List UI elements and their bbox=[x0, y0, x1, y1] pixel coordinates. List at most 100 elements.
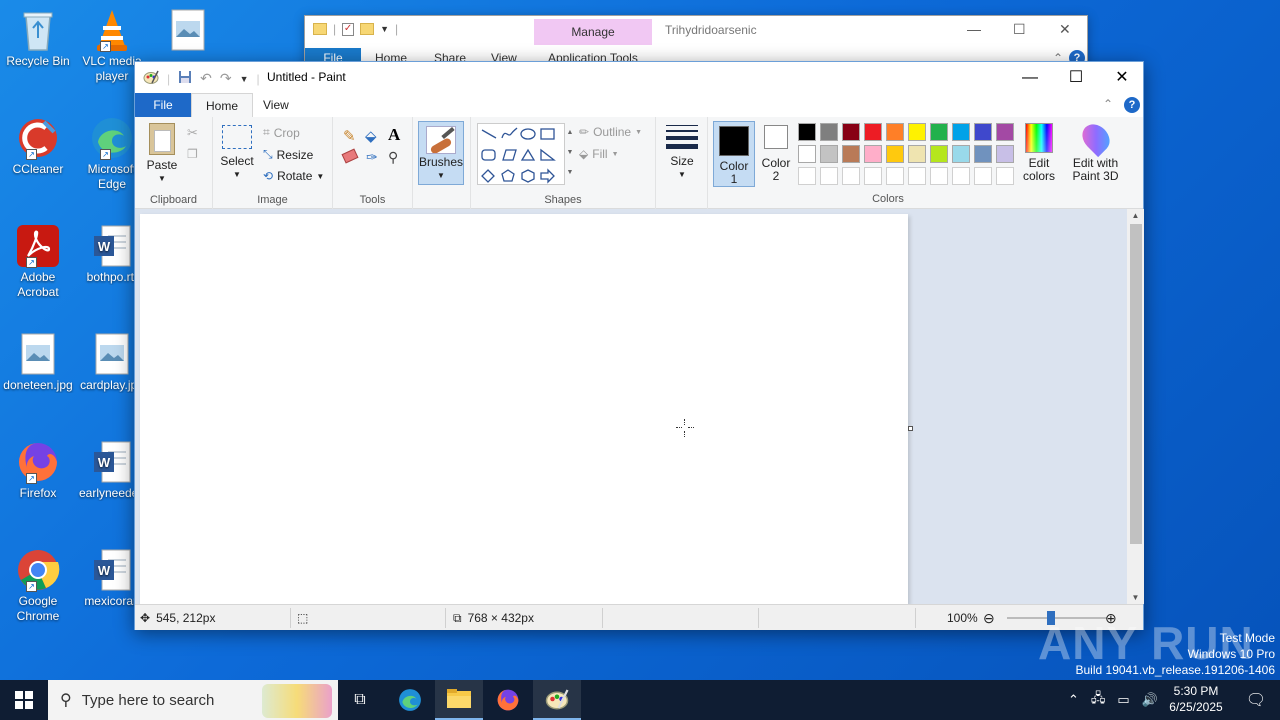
palette-swatch[interactable] bbox=[974, 123, 992, 141]
color1-button[interactable]: Color 1 bbox=[713, 121, 755, 187]
palette-swatch[interactable] bbox=[798, 123, 816, 141]
properties-icon[interactable]: ✓ bbox=[342, 22, 355, 36]
palette-swatch[interactable] bbox=[908, 123, 926, 141]
scroll-down-icon[interactable]: ▼ bbox=[1127, 593, 1144, 602]
shapes-gallery[interactable] bbox=[477, 123, 565, 185]
taskbar-search-box[interactable]: ⚲ Type here to search bbox=[48, 680, 338, 720]
palette-swatch[interactable] bbox=[842, 123, 860, 141]
paste-button[interactable]: Paste ▼ bbox=[143, 123, 181, 185]
pencil-icon[interactable]: ✎ bbox=[343, 127, 356, 145]
palette-swatch[interactable] bbox=[820, 167, 838, 185]
select-button[interactable]: Select ▼ bbox=[219, 125, 255, 181]
crop-button[interactable]: ⌗ Crop bbox=[263, 125, 300, 140]
clock[interactable]: 5:30 PM 6/25/2025 bbox=[1160, 683, 1232, 715]
palette-swatch[interactable] bbox=[864, 167, 882, 185]
tab-view[interactable]: View bbox=[249, 93, 303, 117]
palette-swatch[interactable] bbox=[864, 145, 882, 163]
edit-with-paint3d-button[interactable]: Edit with Paint 3D bbox=[1068, 118, 1123, 183]
close-icon[interactable]: ✕ bbox=[1059, 21, 1071, 38]
palette-swatch[interactable] bbox=[930, 145, 948, 163]
start-button[interactable] bbox=[0, 680, 48, 720]
new-folder-icon[interactable] bbox=[360, 23, 375, 35]
palette-swatch[interactable] bbox=[842, 145, 860, 163]
cut-icon[interactable]: ✂ bbox=[187, 125, 198, 141]
desktop-icon-image[interactable] bbox=[150, 8, 226, 54]
palette-swatch[interactable] bbox=[996, 123, 1014, 141]
color2-button[interactable]: Color 2 bbox=[758, 125, 794, 183]
palette-swatch[interactable] bbox=[820, 123, 838, 141]
palette-swatch[interactable] bbox=[820, 145, 838, 163]
palette-swatch[interactable] bbox=[798, 167, 816, 185]
palette-swatch[interactable] bbox=[908, 167, 926, 185]
folder-icon[interactable] bbox=[313, 23, 327, 35]
brushes-button[interactable]: Brushes ▼ bbox=[418, 121, 464, 185]
tab-home[interactable]: Home bbox=[191, 93, 254, 117]
notification-center-button[interactable]: 🗨 bbox=[1232, 680, 1280, 720]
scroll-up-icon[interactable]: ▲ bbox=[1127, 211, 1144, 220]
volume-icon[interactable]: 🔊 bbox=[1142, 692, 1158, 708]
palette-swatch[interactable] bbox=[952, 167, 970, 185]
collapse-ribbon-icon[interactable]: ⌃ bbox=[1103, 97, 1113, 111]
outline-button[interactable]: ✏ Outline ▼ bbox=[579, 125, 642, 139]
fill-bucket-icon[interactable]: ⬙ bbox=[365, 127, 377, 145]
qat-dropdown-icon[interactable]: ▼ bbox=[240, 74, 249, 84]
palette-swatch[interactable] bbox=[864, 123, 882, 141]
taskbar-file-explorer[interactable] bbox=[435, 680, 483, 720]
taskbar-paint[interactable] bbox=[533, 680, 581, 720]
palette-swatch[interactable] bbox=[842, 167, 860, 185]
desktop-icon-ccleaner[interactable]: ↗ CCleaner bbox=[0, 116, 76, 177]
drawing-canvas[interactable] bbox=[140, 214, 908, 604]
taskbar-edge[interactable] bbox=[386, 680, 434, 720]
scroll-thumb[interactable] bbox=[1129, 224, 1142, 544]
palette-swatch[interactable] bbox=[974, 145, 992, 163]
palette-swatch[interactable] bbox=[974, 167, 992, 185]
canvas-workspace[interactable] bbox=[135, 209, 1127, 604]
palette-swatch[interactable] bbox=[886, 145, 904, 163]
palette-swatch[interactable] bbox=[996, 167, 1014, 185]
palette-swatch[interactable] bbox=[798, 145, 816, 163]
palette-swatch[interactable] bbox=[996, 145, 1014, 163]
maximize-icon[interactable]: ☐ bbox=[1053, 62, 1099, 93]
canvas-resize-handle[interactable] bbox=[908, 426, 913, 431]
vertical-scrollbar[interactable]: ▲ ▼ bbox=[1127, 209, 1144, 604]
copy-icon[interactable]: ❐ bbox=[187, 147, 198, 161]
redo-icon[interactable]: ↷ bbox=[220, 70, 232, 87]
fill-button[interactable]: ⬙ Fill ▼ bbox=[579, 147, 619, 161]
manage-context-tab[interactable]: Manage bbox=[534, 19, 652, 45]
taskbar-firefox[interactable] bbox=[484, 680, 532, 720]
close-icon[interactable]: ✕ bbox=[1099, 62, 1145, 93]
palette-swatch[interactable] bbox=[952, 123, 970, 141]
desktop-icon-doneteen[interactable]: doneteen.jpg bbox=[0, 332, 76, 393]
palette-swatch[interactable] bbox=[908, 145, 926, 163]
paint-app-icon[interactable] bbox=[143, 69, 159, 88]
resize-button[interactable]: ⤡ Resize bbox=[263, 147, 313, 162]
rotate-button[interactable]: ⟲ Rotate ▼ bbox=[263, 169, 324, 183]
tab-file[interactable]: File bbox=[135, 93, 191, 117]
monitor-icon[interactable]: ▭ bbox=[1117, 692, 1129, 708]
desktop-icon-firefox[interactable]: ↗ Firefox bbox=[0, 440, 76, 501]
paint-window[interactable]: | ↶ ↷ ▼ | Untitled - Paint — ☐ ✕ File Ho… bbox=[134, 61, 1144, 630]
qat-dropdown-icon[interactable]: ▼ bbox=[380, 24, 389, 34]
minimize-icon[interactable]: — bbox=[967, 21, 981, 37]
desktop-icon-chrome[interactable]: ↗ Google Chrome bbox=[0, 548, 76, 624]
color-picker-icon[interactable]: ✑ bbox=[366, 149, 378, 166]
shapes-scroll[interactable]: ▲ ▼ ▼ bbox=[565, 123, 575, 185]
undo-icon[interactable]: ↶ bbox=[200, 70, 212, 87]
zoom-out-icon[interactable]: ⊖ bbox=[983, 605, 995, 631]
palette-swatch[interactable] bbox=[930, 123, 948, 141]
save-icon[interactable] bbox=[178, 70, 192, 87]
palette-swatch[interactable] bbox=[886, 123, 904, 141]
minimize-icon[interactable]: — bbox=[1007, 62, 1053, 93]
palette-swatch[interactable] bbox=[886, 167, 904, 185]
edit-colors-button[interactable]: Edit colors bbox=[1020, 123, 1058, 183]
help-icon[interactable]: ? bbox=[1124, 97, 1140, 113]
maximize-icon[interactable]: ☐ bbox=[1013, 21, 1026, 38]
palette-swatch[interactable] bbox=[930, 167, 948, 185]
network-icon[interactable]: 🖧 bbox=[1091, 689, 1106, 711]
task-view-button[interactable]: ⧉ bbox=[336, 680, 384, 720]
chevron-up-icon[interactable]: ⌃ bbox=[1068, 692, 1079, 708]
eraser-icon[interactable] bbox=[341, 148, 359, 164]
text-tool-icon[interactable]: A bbox=[388, 125, 400, 145]
size-button[interactable]: Size ▼ bbox=[662, 125, 702, 181]
magnifier-icon[interactable]: ⚲ bbox=[388, 149, 398, 166]
